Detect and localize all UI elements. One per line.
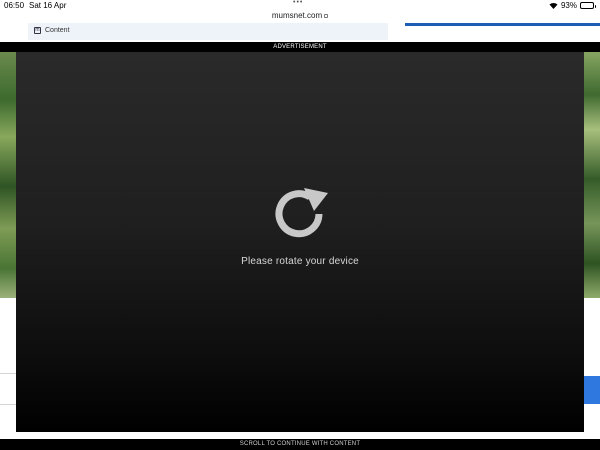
advertisement-panel[interactable]: Please rotate your device [16,52,584,432]
lock-icon [324,14,329,18]
content-header[interactable]: m Content [28,23,388,40]
url-text[interactable]: mumsnet.com [272,11,322,20]
battery-icon [580,2,596,9]
wifi-icon [549,2,558,9]
background-blue-button[interactable] [584,376,600,404]
scroll-hint-bar[interactable]: SCROLL TO CONTINUE WITH CONTENT [0,439,600,450]
header-blue-strip [405,23,600,26]
multitasking-dots-icon[interactable]: ••• [293,0,303,6]
rotate-icon [272,185,330,243]
page-root: 06:50 Sat 16 Apr ••• 93% mumsnet.com m C… [0,0,600,450]
scroll-hint-label: SCROLL TO CONTINUE WITH CONTENT [239,441,361,447]
divider [0,404,16,405]
divider [0,373,16,374]
background-image-left [0,50,16,298]
section-label: Content [45,27,70,34]
rotate-message: Please rotate your device [241,256,359,267]
bottom-separator [0,432,600,439]
advertisement-label: ADVERTISEMENT [273,44,327,50]
mumsnet-logo-icon: m [34,27,41,34]
advertisement-label-bar: ADVERTISEMENT [0,42,600,52]
background-image-right [584,50,600,298]
address-bar[interactable]: mumsnet.com [0,9,600,23]
